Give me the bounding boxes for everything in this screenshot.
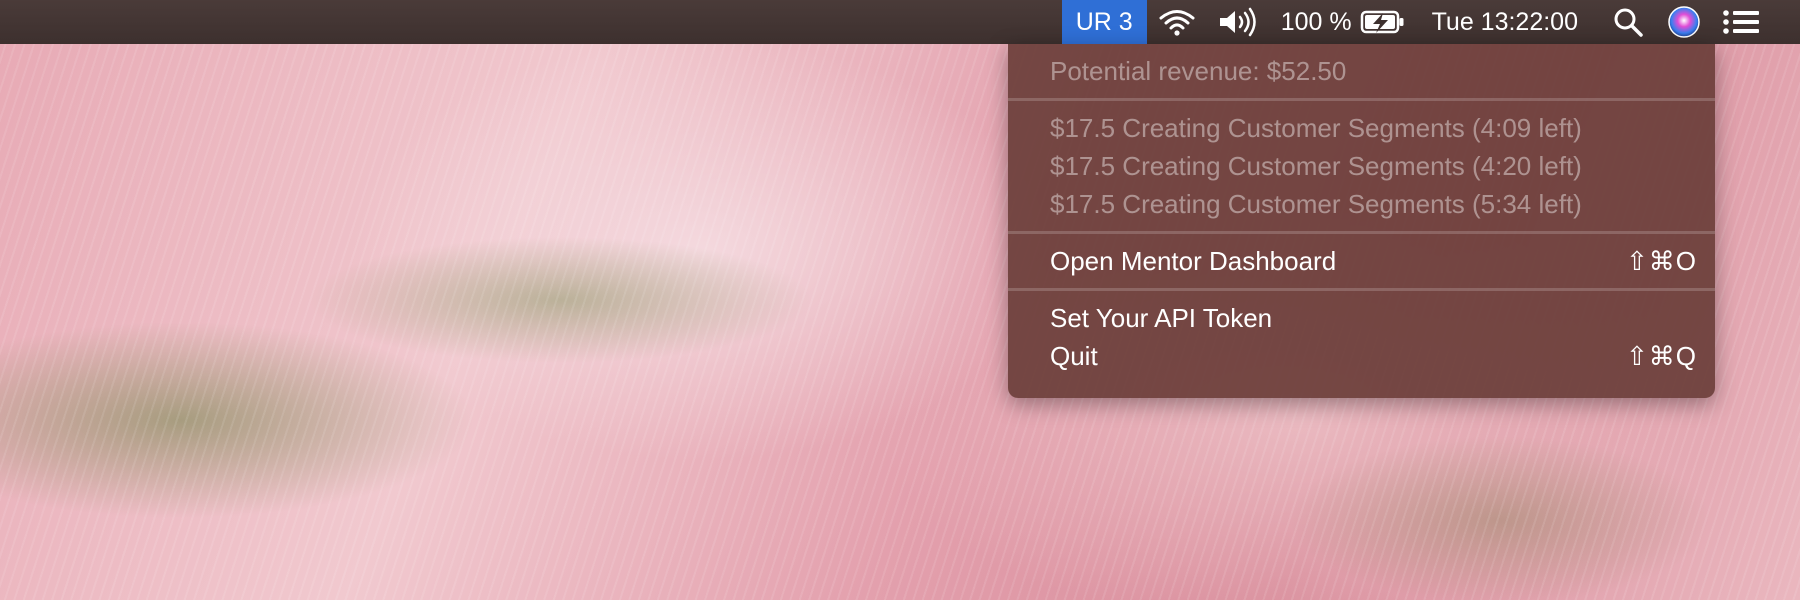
notification-center-icon[interactable] [1712, 0, 1800, 44]
quit-item[interactable]: Quit ⇧⌘Q [1008, 337, 1715, 375]
siri-icon[interactable] [1656, 0, 1712, 44]
app-status-menu[interactable]: UR 3 [1061, 0, 1147, 44]
spotlight-search-icon[interactable] [1602, 0, 1656, 44]
battery-charging-icon [1360, 10, 1404, 34]
menu-bar-clock[interactable]: Tue 13:22:00 [1418, 0, 1602, 44]
set-api-token-item[interactable]: Set Your API Token [1008, 299, 1715, 337]
review-item-label: $17.5 Creating Customer Segments (4:20 l… [1050, 150, 1582, 181]
quit-label: Quit [1050, 340, 1098, 371]
menu-bar: UR 3 100 % Tue 13:22:00 [0, 0, 1800, 44]
quit-shortcut: ⇧⌘Q [1625, 340, 1697, 371]
review-item-label: $17.5 Creating Customer Segments (5:34 l… [1050, 188, 1582, 219]
battery-percent: 100 % [1280, 7, 1352, 36]
menu-separator [1008, 98, 1715, 101]
menu-separator [1008, 288, 1715, 291]
status-menu-dropdown: Potential revenue: $52.50 $17.5 Creating… [1008, 44, 1715, 398]
review-item-label: $17.5 Creating Customer Segments (4:09 l… [1050, 112, 1582, 143]
clock-label: Tue 13:22:00 [1431, 7, 1578, 36]
set-api-token-label: Set Your API Token [1050, 302, 1273, 333]
review-item: $17.5 Creating Customer Segments (5:34 l… [1008, 185, 1715, 223]
app-status-label: UR 3 [1075, 7, 1133, 36]
potential-revenue-label: Potential revenue: $52.50 [1050, 55, 1347, 86]
open-dashboard-shortcut: ⇧⌘O [1625, 245, 1697, 276]
open-mentor-dashboard-label: Open Mentor Dashboard [1050, 245, 1337, 276]
wifi-icon[interactable] [1147, 0, 1207, 44]
review-item: $17.5 Creating Customer Segments (4:09 l… [1008, 109, 1715, 147]
potential-revenue-item: Potential revenue: $52.50 [1008, 52, 1715, 90]
menu-separator [1008, 231, 1715, 234]
battery-status[interactable]: 100 % [1269, 0, 1418, 44]
volume-icon[interactable] [1207, 0, 1269, 44]
review-item: $17.5 Creating Customer Segments (4:20 l… [1008, 147, 1715, 185]
open-mentor-dashboard-item[interactable]: Open Mentor Dashboard ⇧⌘O [1008, 242, 1715, 280]
